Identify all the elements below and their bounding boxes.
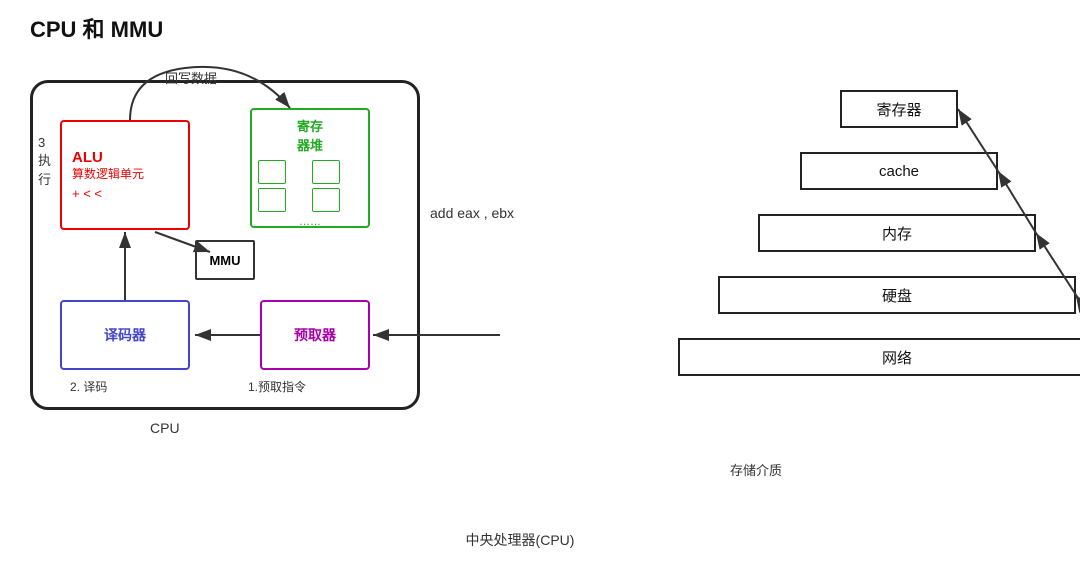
prefetch-box: 预取器 [260, 300, 370, 370]
alu-title: ALU [72, 149, 103, 166]
reg-cell-2 [312, 160, 340, 184]
page-title: CPU 和 MMU [30, 12, 163, 44]
reg-cell-1 [258, 160, 286, 184]
step3-label: 3 执 行 [38, 135, 51, 188]
mem-level-register: 寄存器 [840, 90, 958, 128]
alu-subtitle: 算数逻辑单元 [72, 166, 144, 183]
mmu-box: MMU [195, 240, 255, 280]
prefetch-label: 1.预取指令 [248, 378, 306, 395]
bottom-label: 中央处理器(CPU) [420, 530, 620, 550]
alu-box: ALU 算数逻辑单元 + < < [60, 120, 190, 230]
reg-cell-4 [312, 188, 340, 212]
mem-level-network: 网络 [678, 338, 1080, 376]
instruction-label: add eax , ebx [430, 205, 514, 221]
register-dots: …… [258, 216, 362, 228]
mem-level-cache: cache [800, 152, 998, 190]
mem-level-ram: 内存 [758, 214, 1036, 252]
writeback-label: 回写数据 [165, 68, 217, 87]
register-box: 寄存 器堆 …… [250, 108, 370, 228]
cpu-label: CPU [150, 420, 180, 436]
register-grid [258, 160, 362, 212]
register-title: 寄存 器堆 [258, 116, 362, 154]
alu-ops: + < < [72, 186, 102, 201]
decoder-box: 译码器 [60, 300, 190, 370]
storage-label: 存储介质 [730, 460, 782, 479]
decoder-label: 2. 译码 [70, 378, 107, 395]
mem-level-disk: 硬盘 [718, 276, 1076, 314]
reg-cell-3 [258, 188, 286, 212]
